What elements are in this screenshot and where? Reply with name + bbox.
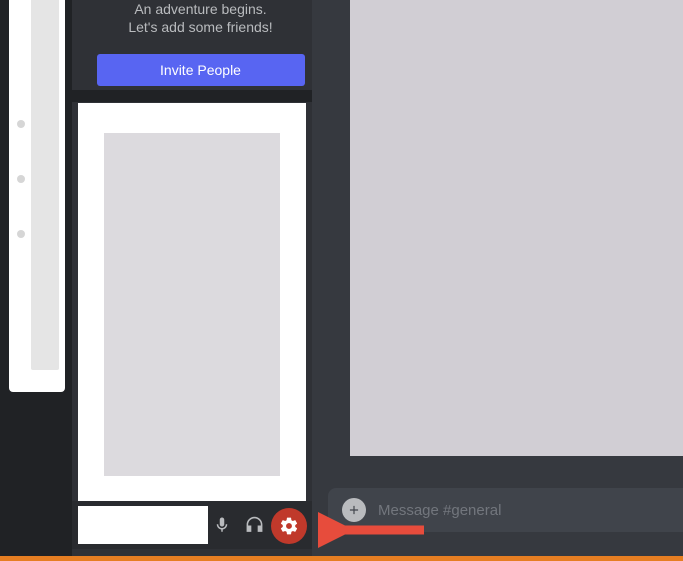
headphones-icon [245,516,264,535]
sidebar-divider [72,90,312,102]
user-panel [72,501,312,549]
message-input[interactable] [366,488,683,532]
guild-list-inner [31,0,59,370]
gear-icon [279,516,299,536]
sidebar-card [78,103,306,502]
deafen-button[interactable] [238,509,270,541]
message-input-bar [328,488,683,532]
user-avatar-name[interactable] [78,506,208,544]
guild-pill [17,120,25,128]
add-attachment-button[interactable] [342,498,366,522]
welcome-line1: An adventure begins. [96,0,305,18]
guild-pill [17,175,25,183]
plus-icon [347,503,361,517]
guilds-bar [0,0,72,561]
chat-welcome-image [350,0,683,456]
mute-button[interactable] [206,509,238,541]
user-settings-button[interactable] [271,508,307,544]
invite-people-button[interactable]: Invite People [97,54,305,86]
bottom-border [0,556,683,561]
welcome-panel: An adventure begins. Let's add some frie… [88,0,313,86]
guild-pill [17,230,25,238]
welcome-line2: Let's add some friends! [96,18,305,36]
sidebar-card-image [104,133,280,476]
guild-list [9,0,65,392]
microphone-icon [213,516,231,534]
